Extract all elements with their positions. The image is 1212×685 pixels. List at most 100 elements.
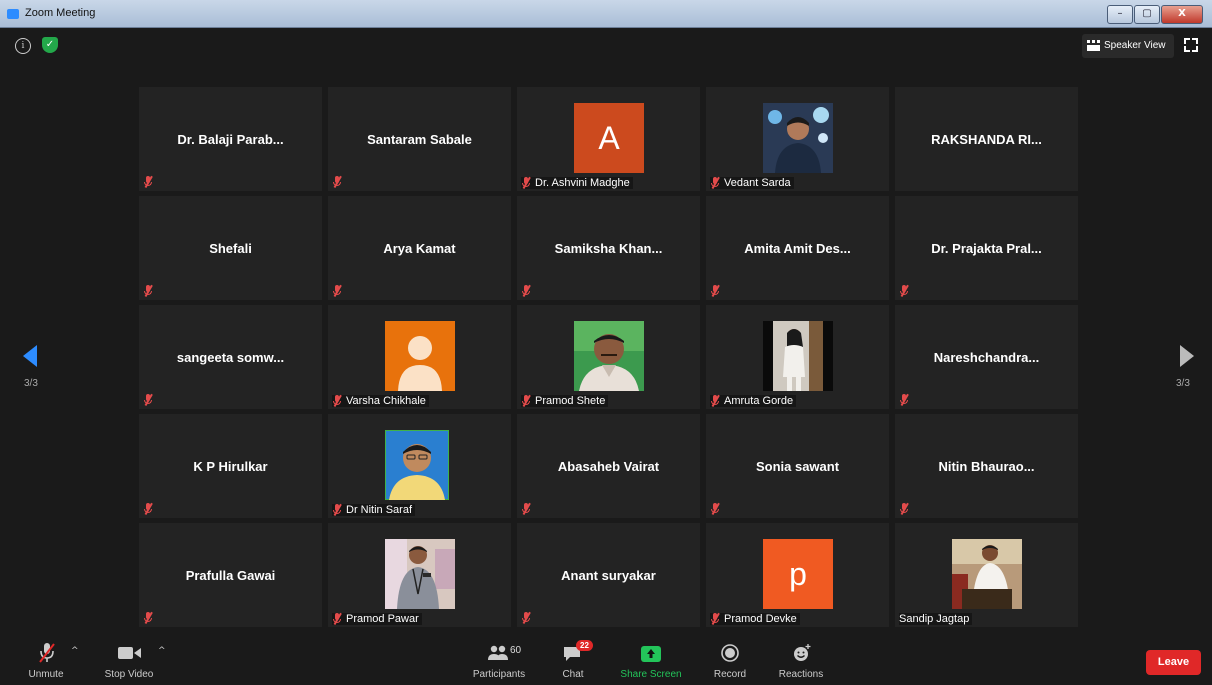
participant-name-label: Sandip Jagtap	[899, 613, 973, 625]
mic-muted-icon	[332, 284, 342, 297]
record-icon	[721, 644, 739, 662]
participant-name: RAKSHANDA RI...	[931, 131, 1042, 147]
participant-name-label: Vedant Sarda	[710, 176, 794, 189]
default-avatar-icon	[385, 321, 455, 391]
mic-muted-icon	[899, 284, 909, 297]
participants-button[interactable]: 60 Participants	[468, 636, 530, 685]
participant-name: Arya Kamat	[383, 240, 456, 256]
fullscreen-icon[interactable]	[1184, 38, 1198, 52]
participant-name-label: Pramod Pawar	[332, 612, 422, 625]
arrow-right-icon	[1180, 345, 1194, 367]
page-indicator: 3/3	[1176, 378, 1190, 389]
participant-name: Amruta Gorde	[724, 395, 794, 407]
close-button[interactable]: X	[1161, 5, 1203, 24]
participant-name: Sonia sawant	[755, 458, 840, 474]
participant-tile[interactable]: Prafulla Gawai	[139, 523, 322, 627]
record-button[interactable]: Record	[706, 636, 754, 685]
participant-name: Sandip Jagtap	[899, 613, 970, 625]
leave-button[interactable]: Leave	[1146, 650, 1201, 675]
reactions-label: Reactions	[778, 669, 824, 680]
video-options-caret[interactable]: ^	[158, 646, 166, 656]
participant-tile[interactable]: Shefali	[139, 196, 322, 300]
unmute-label: Unmute	[28, 669, 64, 680]
participant-name: Samiksha Khan...	[554, 240, 663, 256]
page-indicator: 3/3	[24, 378, 38, 389]
mic-muted-icon	[332, 612, 342, 625]
participant-tile[interactable]: Samiksha Khan...	[517, 196, 700, 300]
participant-tile[interactable]: Nareshchandra...	[895, 305, 1078, 409]
maximize-button[interactable]: ▢	[1134, 5, 1160, 24]
participant-tile[interactable]: Nitin Bhaurao...	[895, 414, 1078, 518]
mic-muted-icon	[899, 393, 909, 406]
shield-icon[interactable]: ✓	[42, 37, 58, 53]
participant-name-label: Pramod Devke	[710, 612, 800, 625]
participant-tile[interactable]: Pramod Pawar	[328, 523, 511, 627]
chat-unread-badge: 22	[576, 640, 593, 651]
participant-tile[interactable]: sangeeta somw...	[139, 305, 322, 409]
participant-tile[interactable]: Sandip Jagtap	[895, 523, 1078, 627]
participant-name: Pramod Devke	[724, 613, 797, 625]
participant-tile[interactable]: Anant suryakar	[517, 523, 700, 627]
participant-tile[interactable]: K P Hirulkar	[139, 414, 322, 518]
participant-tile[interactable]: RAKSHANDA RI...	[895, 87, 1078, 191]
share-screen-button[interactable]: Share Screen	[616, 636, 686, 685]
mic-muted-icon	[332, 175, 342, 188]
share-screen-label: Share Screen	[620, 669, 682, 680]
chat-button[interactable]: 22 Chat	[548, 636, 598, 685]
participant-photo	[385, 539, 455, 609]
participant-name: Pramod Shete	[535, 395, 606, 407]
participant-tile[interactable]: Abasaheb Vairat	[517, 414, 700, 518]
speaker-view-button[interactable]: Speaker View	[1082, 34, 1174, 58]
participant-tile[interactable]: Amita Amit Des...	[706, 196, 889, 300]
participant-name: Nareshchandra...	[933, 349, 1040, 365]
unmute-button[interactable]: Unmute	[20, 636, 72, 685]
video-camera-icon	[118, 647, 141, 659]
previous-page-button[interactable]: 3/3	[0, 320, 60, 395]
minimize-button[interactable]: –	[1107, 5, 1133, 24]
participant-tile[interactable]: Dr. Prajakta Pral...	[895, 196, 1078, 300]
mic-muted-icon	[521, 394, 531, 407]
participant-photo	[574, 321, 644, 391]
audio-options-caret[interactable]: ^	[71, 646, 79, 656]
mic-muted-icon	[521, 611, 531, 624]
mic-muted-icon	[521, 284, 531, 297]
participant-name: Vedant Sarda	[724, 177, 791, 189]
participant-tile[interactable]: Vedant Sarda	[706, 87, 889, 191]
participant-name: Shefali	[209, 240, 252, 256]
participant-tile[interactable]: Dr. Balaji Parab...	[139, 87, 322, 191]
window-title: Zoom Meeting	[25, 7, 96, 19]
participant-name: Nitin Bhaurao...	[938, 458, 1035, 474]
participant-tile[interactable]: Pramod Shete	[517, 305, 700, 409]
mic-muted-icon	[143, 175, 153, 188]
grid-icon	[1087, 40, 1101, 51]
next-page-button[interactable]: 3/3	[1152, 320, 1212, 395]
share-screen-icon	[641, 646, 661, 662]
zoom-app-icon	[7, 9, 19, 19]
meeting-toolbar: Unmute ^ Stop Video ^ 60 Participants 22…	[0, 636, 1212, 685]
mic-muted-icon	[710, 176, 720, 189]
window-titlebar: Zoom Meeting – ▢ X	[0, 0, 1212, 28]
reactions-button[interactable]: Reactions	[772, 636, 830, 685]
participant-tile[interactable]: Arya Kamat	[328, 196, 511, 300]
window-controls: – ▢ X	[1106, 5, 1203, 24]
participant-tile[interactable]: p Pramod Devke	[706, 523, 889, 627]
participant-name-label: Dr. Ashvini Madghe	[521, 176, 633, 189]
participant-tile[interactable]: Varsha Chikhale	[328, 305, 511, 409]
mic-muted-icon	[143, 393, 153, 406]
participant-tile[interactable]: Dr Nitin Saraf	[328, 414, 511, 518]
participants-icon	[488, 645, 508, 660]
record-label: Record	[713, 669, 747, 680]
participant-name-label: Pramod Shete	[521, 394, 609, 407]
info-icon[interactable]: i	[15, 38, 31, 54]
arrow-left-icon	[23, 345, 37, 367]
mic-muted-icon	[332, 394, 342, 407]
mic-muted-icon	[710, 612, 720, 625]
participant-tile[interactable]: Amruta Gorde	[706, 305, 889, 409]
stop-video-button[interactable]: Stop Video	[98, 636, 160, 685]
meeting-topbar	[0, 28, 1212, 64]
participant-tile[interactable]: A Dr. Ashvini Madghe	[517, 87, 700, 191]
participant-tile[interactable]: Sonia sawant	[706, 414, 889, 518]
mic-muted-icon	[899, 502, 909, 515]
participant-tile[interactable]: Santaram Sabale	[328, 87, 511, 191]
participant-name: Santaram Sabale	[367, 131, 472, 147]
